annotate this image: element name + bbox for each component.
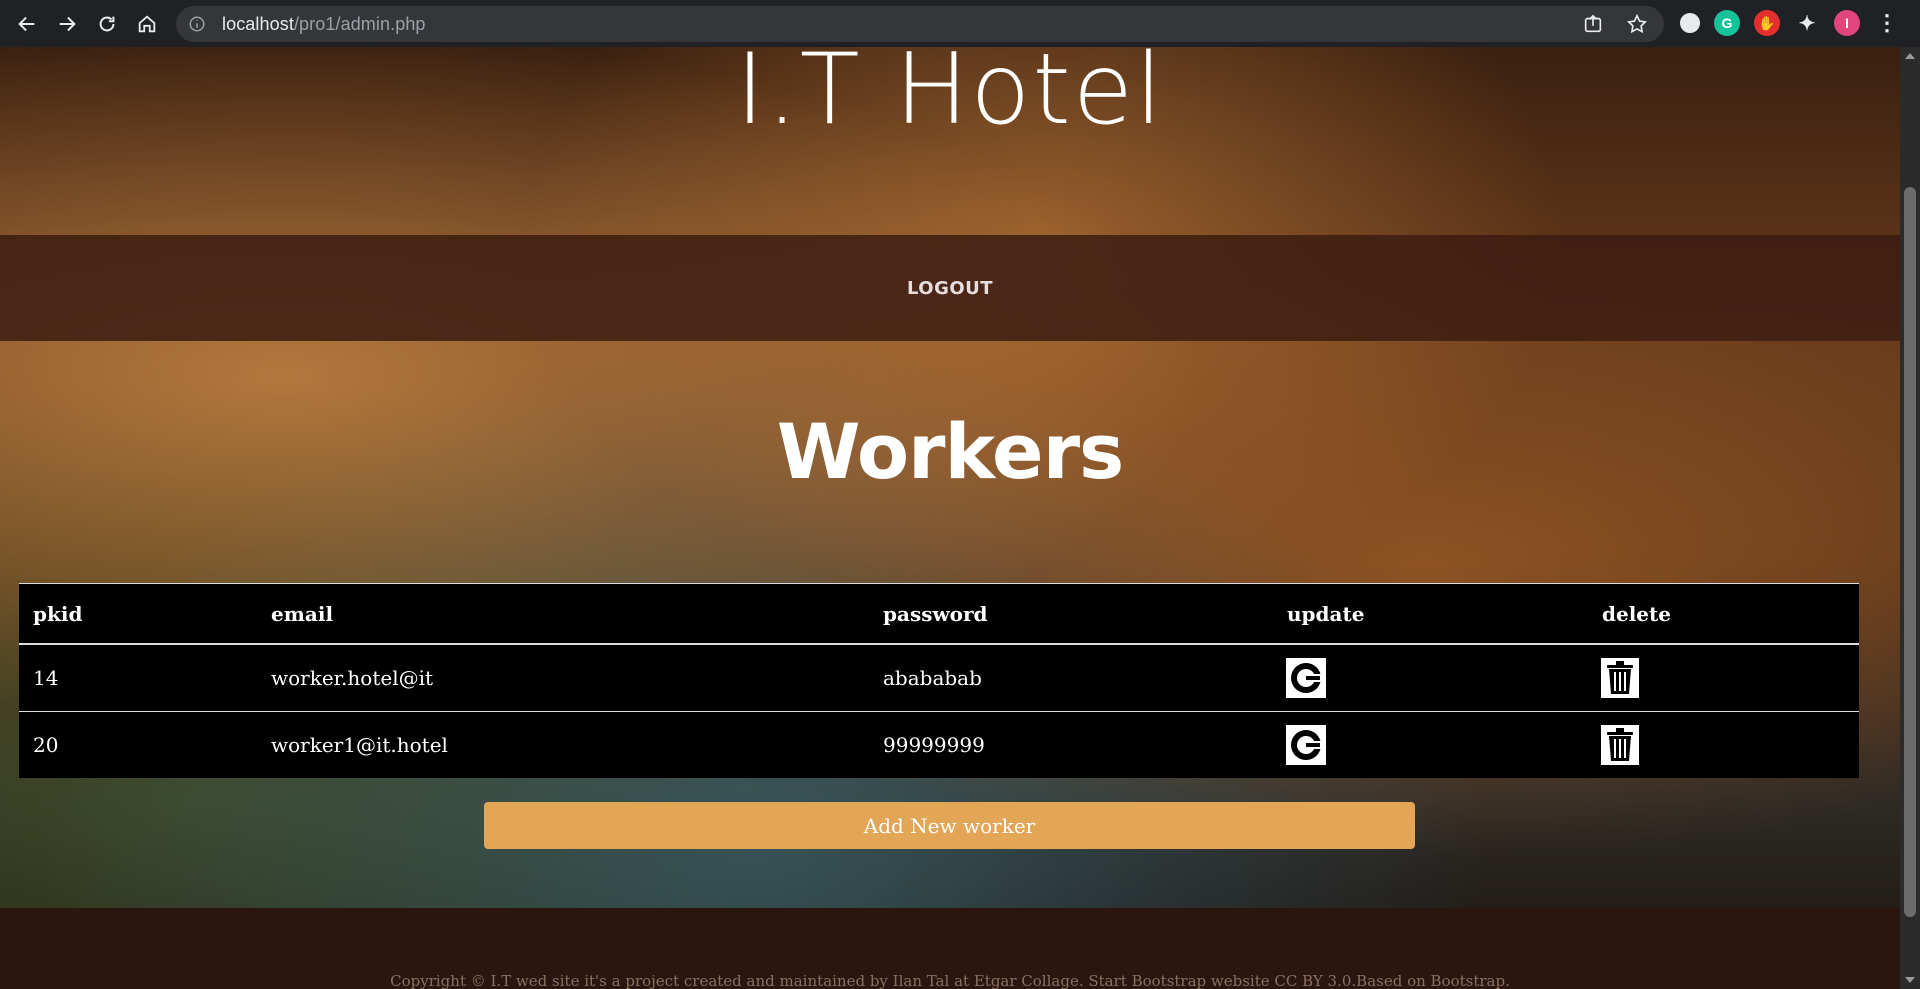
forward-icon[interactable] [47,4,87,44]
navbar: LOGOUT [0,235,1900,341]
hand-extension-icon[interactable]: ✋ [1754,10,1780,36]
page-content: I.T Hotel LOGOUT Workers pkid email pass… [0,47,1900,989]
cell-password: 99999999 [883,732,985,757]
reload-icon[interactable] [87,4,127,44]
trash-icon[interactable] [1601,657,1639,698]
cell-email: worker.hotel@it [257,644,869,712]
share-icon[interactable] [1582,13,1604,35]
page-title: Workers [776,407,1125,496]
table-header-row: pkid email password update delete [19,584,1859,645]
add-new-worker-button[interactable]: Add New worker [484,802,1415,849]
browser-toolbar: localhost/pro1/admin.php G ✋ ✦ I ⋮ [0,0,1920,47]
url-host: localhost [222,13,294,34]
profile-avatar[interactable]: I [1834,10,1860,36]
update-icon[interactable] [1286,657,1326,698]
cell-delete [1588,644,1859,712]
scroll-down-arrow[interactable] [1905,977,1915,983]
workers-table: pkid email password update delete 14 wor… [19,583,1859,778]
grammarly-icon[interactable]: G [1714,10,1740,36]
cell-pkid: 20 [33,732,59,757]
home-icon[interactable] [127,4,167,44]
scrollbar[interactable] [1900,47,1920,989]
cell-update [1273,711,1588,778]
url-text[interactable]: localhost/pro1/admin.php [222,14,426,35]
column-header-pkid: pkid [19,584,257,645]
url-path: /pro1/admin.php [293,13,426,34]
scrollbar-thumb[interactable] [1904,187,1916,917]
table-row: 14 worker.hotel@it abababab [19,644,1859,712]
trash-icon[interactable] [1601,724,1639,765]
extension-icon-1[interactable] [1680,13,1700,33]
cell-pkid: 14 [19,644,257,712]
cell-delete [1588,711,1859,778]
column-header-delete: delete [1588,584,1859,645]
update-icon[interactable] [1286,724,1326,765]
column-header-update: update [1273,584,1588,645]
back-icon[interactable] [7,4,47,44]
footer: Copyright © I.T wed site it's a project … [0,908,1900,989]
puzzle-icon[interactable]: ✦ [1794,10,1820,36]
bookmark-star-icon[interactable] [1626,13,1648,35]
info-icon[interactable] [188,15,206,33]
column-header-password: password [869,584,1273,645]
column-header-email: email [257,584,869,645]
site-title: I.T Hotel [735,47,1165,147]
table-row: 20 worker1@it.hotel 99999999 [19,711,1859,778]
menu-kebab-icon[interactable]: ⋮ [1874,10,1900,36]
cell-email: worker1@it.hotel [271,732,448,757]
cell-update [1273,644,1588,712]
footer-copyright: Copyright © I.T wed site it's a project … [390,972,1510,989]
scroll-up-arrow[interactable] [1905,53,1915,59]
logout-link[interactable]: LOGOUT [907,278,993,299]
cell-password: abababab [869,644,1273,712]
address-bar[interactable]: localhost/pro1/admin.php [176,6,1664,42]
